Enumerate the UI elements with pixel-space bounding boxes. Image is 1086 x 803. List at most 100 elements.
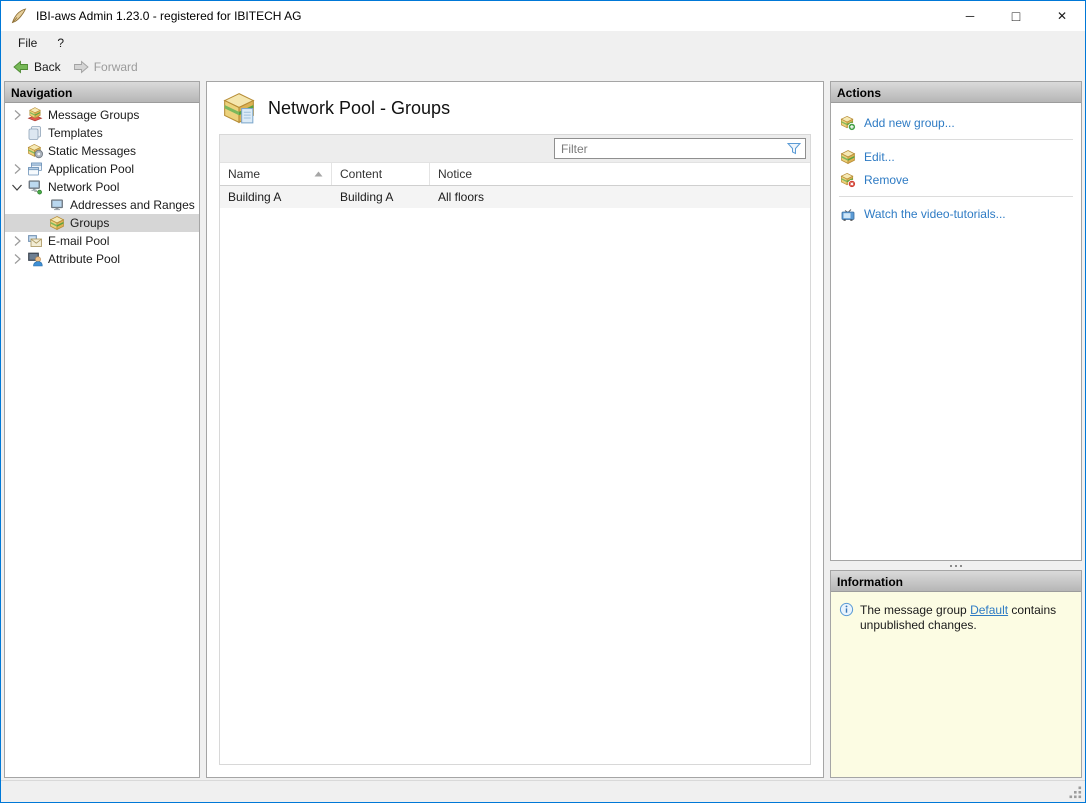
separator xyxy=(839,196,1073,197)
sidebar-item-templates[interactable]: Templates xyxy=(5,124,199,142)
sidebar-item-label: Attribute Pool xyxy=(48,252,121,266)
navigation-panel: Navigation Message Groups Templates Static… xyxy=(4,81,200,778)
information-message: The message group Default contains unpub… xyxy=(860,603,1073,766)
information-header: Information xyxy=(831,571,1081,592)
filter-field[interactable] xyxy=(554,138,806,159)
sidebar-item-network-pool[interactable]: Network Pool xyxy=(5,178,199,196)
table-cell: All floors xyxy=(438,190,485,204)
application-pool-icon xyxy=(27,161,43,177)
sidebar-item-label: Static Messages xyxy=(48,144,137,158)
actions-header: Actions xyxy=(831,82,1081,103)
forward-label: Forward xyxy=(93,60,138,74)
action-label[interactable]: Edit... xyxy=(864,150,895,164)
right-column: Actions Add new group... Edit... Remove Wat… xyxy=(830,81,1082,778)
forward-arrow-icon xyxy=(73,59,89,75)
table-header: Name Content Notice xyxy=(220,163,810,186)
chevron-down-icon[interactable] xyxy=(7,179,27,195)
information-content: The message group Default contains unpub… xyxy=(831,592,1081,777)
content-header: Network Pool - Groups xyxy=(207,82,823,134)
action-edit[interactable]: Edit... xyxy=(839,145,1073,168)
minimize-button[interactable]: ─ xyxy=(947,1,993,31)
titlebar: IBI-aws Admin 1.23.0 - registered for IB… xyxy=(1,1,1085,31)
column-label: Notice xyxy=(438,167,473,181)
forward-button[interactable]: Forward xyxy=(67,57,144,77)
sidebar-item-label: Network Pool xyxy=(48,180,120,194)
statusbar xyxy=(1,780,1085,802)
info-text-before: The message group xyxy=(860,603,971,617)
add-group-icon xyxy=(840,115,856,131)
remove-group-icon xyxy=(840,172,856,188)
page-title: Network Pool - Groups xyxy=(268,97,451,118)
default-group-link[interactable]: Default xyxy=(970,603,1008,617)
column-header-name[interactable]: Name xyxy=(220,163,332,185)
column-header-content[interactable]: Content xyxy=(332,163,430,185)
action-remove[interactable]: Remove xyxy=(839,168,1073,191)
action-watch-video-tutorials[interactable]: Watch the video-tutorials... xyxy=(839,202,1073,225)
separator xyxy=(839,139,1073,140)
attribute-pool-icon xyxy=(27,251,43,267)
sidebar-item-label: E-mail Pool xyxy=(48,234,110,248)
chevron-right-icon[interactable] xyxy=(7,107,27,123)
app-logo-icon xyxy=(10,7,28,25)
main-area: Navigation Message Groups Templates Static… xyxy=(1,79,1085,780)
chevron-right-icon[interactable] xyxy=(7,233,27,249)
back-button[interactable]: Back xyxy=(7,57,67,77)
column-label: Name xyxy=(228,167,261,181)
info-icon xyxy=(839,602,854,617)
templates-icon xyxy=(27,125,43,141)
chevron-right-icon[interactable] xyxy=(7,251,27,267)
sidebar-item-addresses-and-ranges[interactable]: Addresses and Ranges xyxy=(5,196,199,214)
app-window: IBI-aws Admin 1.23.0 - registered for IB… xyxy=(0,0,1086,803)
menu-file[interactable]: File xyxy=(8,33,47,53)
action-label[interactable]: Add new group... xyxy=(864,116,955,130)
close-button[interactable]: ✕ xyxy=(1039,1,1085,31)
table-row[interactable]: Building A Building A All floors xyxy=(220,186,810,208)
actions-list: Add new group... Edit... Remove Watch the v… xyxy=(831,103,1081,225)
menubar: File ? xyxy=(1,31,1085,55)
action-label[interactable]: Watch the video-tutorials... xyxy=(864,207,1006,221)
maximize-button[interactable]: □ xyxy=(993,1,1039,31)
table-cell: Building A xyxy=(228,190,282,204)
column-label: Content xyxy=(340,167,383,181)
back-label: Back xyxy=(34,60,61,74)
network-groups-icon xyxy=(222,91,256,125)
chevron-right-icon[interactable] xyxy=(7,161,27,177)
sidebar-item-static-messages[interactable]: Static Messages xyxy=(5,142,199,160)
content-panel: Network Pool - Groups Name Content Notice … xyxy=(206,81,824,778)
sidebar-item-groups[interactable]: Groups xyxy=(5,214,199,232)
sidebar-item-e-mail-pool[interactable]: E-mail Pool xyxy=(5,232,199,250)
sidebar-item-label: Message Groups xyxy=(48,108,140,122)
groups-list: Name Content Notice Building A Building A Al… xyxy=(219,134,811,765)
chevron-placeholder xyxy=(7,125,27,141)
static-messages-icon xyxy=(27,143,43,159)
email-pool-icon xyxy=(27,233,43,249)
panel-splitter[interactable] xyxy=(830,561,1082,570)
network-pool-icon xyxy=(27,179,43,195)
actions-panel: Actions Add new group... Edit... Remove Wat… xyxy=(830,81,1082,561)
resize-grip-icon[interactable] xyxy=(1069,786,1082,799)
toolbar: Back Forward xyxy=(1,55,1085,79)
sidebar-item-label: Application Pool xyxy=(48,162,135,176)
column-header-notice[interactable]: Notice xyxy=(430,163,810,185)
table-body: Building A Building A All floors xyxy=(220,186,810,208)
edit-group-icon xyxy=(840,149,856,165)
navigation-header: Navigation xyxy=(5,82,199,103)
action-label[interactable]: Remove xyxy=(864,173,909,187)
message-groups-icon xyxy=(27,107,43,123)
menu-help[interactable]: ? xyxy=(47,33,74,53)
table-cell: Building A xyxy=(340,190,394,204)
action-add-new-group[interactable]: Add new group... xyxy=(839,111,1073,134)
filter-funnel-icon[interactable] xyxy=(786,141,802,157)
sidebar-item-message-groups[interactable]: Message Groups xyxy=(5,106,199,124)
addresses-and-ranges-icon xyxy=(49,197,65,213)
video-tutorials-icon xyxy=(840,206,856,222)
sidebar-item-application-pool[interactable]: Application Pool xyxy=(5,160,199,178)
sidebar-item-attribute-pool[interactable]: Attribute Pool xyxy=(5,250,199,268)
navigation-tree: Message Groups Templates Static Messages Ap… xyxy=(5,103,199,268)
chevron-placeholder xyxy=(7,143,27,159)
filter-input[interactable] xyxy=(555,141,786,156)
sort-asc-icon xyxy=(314,171,323,177)
groups-icon xyxy=(49,215,65,231)
filter-strip xyxy=(220,135,810,163)
window-controls: ─ □ ✕ xyxy=(947,1,1085,31)
